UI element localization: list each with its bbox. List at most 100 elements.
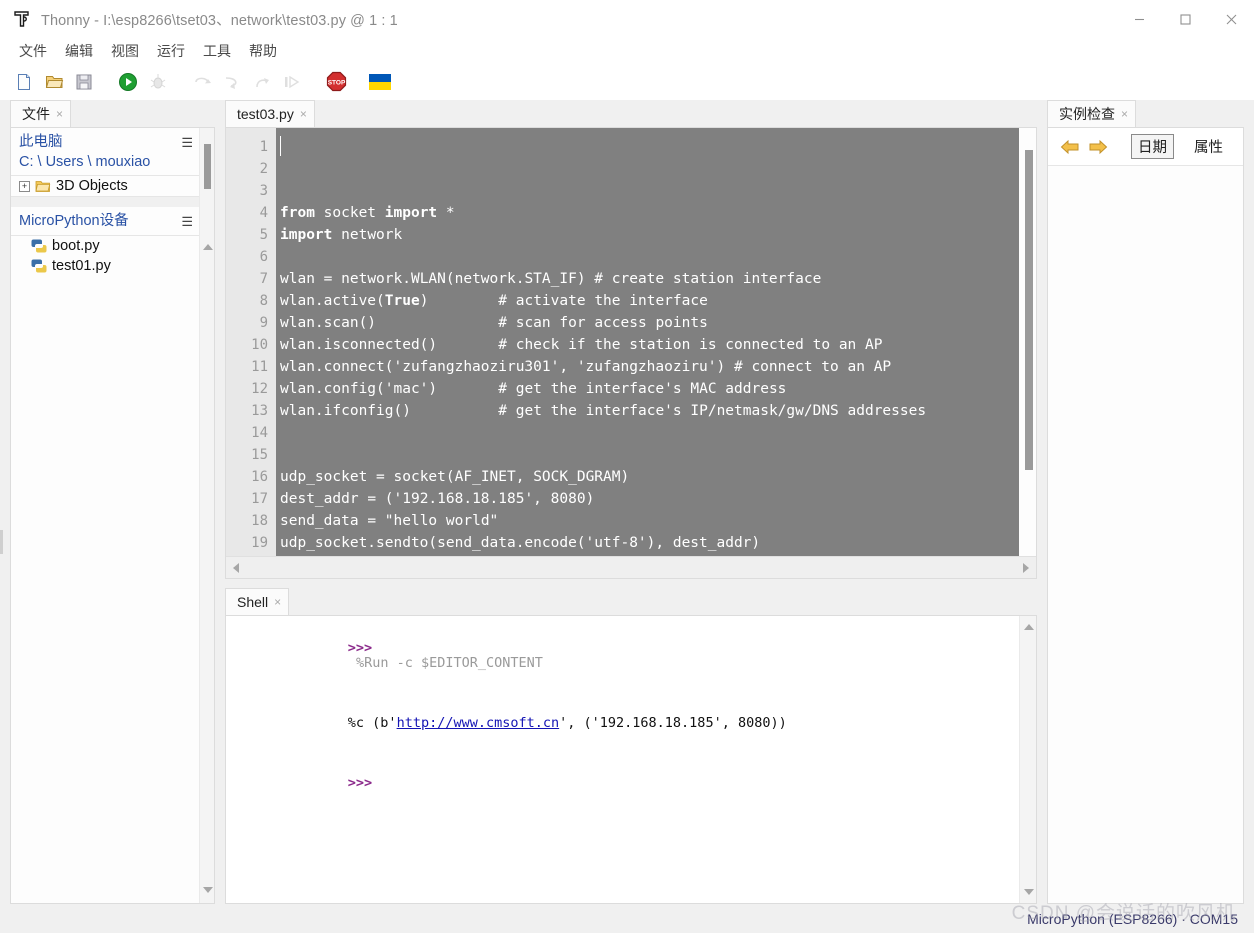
- list-item-label: boot.py: [52, 237, 100, 254]
- inspector-inner: 日期 属性: [1047, 127, 1244, 904]
- minimize-icon[interactable]: [1116, 0, 1162, 38]
- expand-icon[interactable]: +: [19, 180, 30, 192]
- shell-output[interactable]: >>> %Run -c $EDITOR_CONTENT %c (b'http:/…: [226, 616, 1019, 903]
- center-pane: test03.py × 1 2 3 4 5 6 7 8 9 10 11 12 13 14 15 16 17 18 1…: [225, 100, 1037, 904]
- scroll-left-icon[interactable]: [228, 557, 244, 579]
- editor-block: test03.py × 1 2 3 4 5 6 7 8 9 10 11 12 13 14 15 16 17 18 1…: [225, 100, 1037, 579]
- code-line: import network: [280, 227, 403, 243]
- maximize-icon[interactable]: [1162, 0, 1208, 38]
- tab-test03-py[interactable]: test03.py ×: [225, 100, 315, 127]
- python-file-icon: [31, 238, 47, 254]
- line-number: 12: [251, 381, 268, 397]
- new-file-icon[interactable]: [10, 68, 38, 96]
- editor-hscrollbar[interactable]: [226, 556, 1036, 578]
- shell-tab-row: Shell ×: [225, 588, 1037, 615]
- scroll-down-icon[interactable]: [1020, 885, 1037, 899]
- code-line: from socket import *: [280, 205, 455, 221]
- tab-object-inspector[interactable]: 实例检查 ×: [1047, 100, 1137, 127]
- menu-tools[interactable]: 工具: [194, 39, 240, 63]
- close-icon[interactable]: ×: [1121, 108, 1128, 120]
- arrow-left-icon[interactable]: [1060, 139, 1080, 155]
- step-out-icon: [248, 68, 276, 96]
- line-number: 10: [251, 337, 268, 353]
- this-computer-header: 此电脑 C: \ Users \ mouxiao ☰: [11, 128, 199, 177]
- menu-view[interactable]: 视图: [102, 39, 148, 63]
- this-computer-title: 此电脑: [19, 134, 63, 150]
- python-file-icon: [31, 258, 47, 274]
- inspector-toolbar: 日期 属性: [1048, 128, 1243, 166]
- scroll-down-icon[interactable]: [200, 883, 215, 897]
- stop-icon[interactable]: STOP: [322, 68, 350, 96]
- line-number: 11: [251, 359, 268, 375]
- code-line: dest_addr = ('192.168.18.185', 8080): [280, 491, 595, 507]
- pane-divider: [11, 197, 199, 208]
- scroll-up-icon[interactable]: [1020, 620, 1037, 634]
- code-line: wlan.ifconfig() # get the interface's IP…: [280, 403, 927, 419]
- line-number: 7: [259, 271, 268, 287]
- shell-scrollbar[interactable]: [1019, 616, 1036, 903]
- code-line: wlan.config('mac') # get the interface's…: [280, 381, 787, 397]
- menu-run[interactable]: 运行: [148, 39, 194, 63]
- menu-help[interactable]: 帮助: [240, 39, 286, 63]
- main-body: 文件 × 此电脑 C: \ Users \ mouxiao ☰ + 3D Obj…: [0, 100, 1254, 904]
- line-number: 6: [259, 249, 268, 265]
- code-line: send_data = "hello world": [280, 513, 499, 529]
- hamburger-icon[interactable]: ☰: [181, 133, 193, 149]
- run-icon[interactable]: [114, 68, 142, 96]
- hamburger-icon[interactable]: ☰: [181, 212, 193, 228]
- debug-icon[interactable]: [144, 68, 172, 96]
- code-line: wlan.connect('zufangzhaoziru301', 'zufan…: [280, 359, 892, 375]
- scroll-right-icon[interactable]: [1018, 557, 1034, 579]
- scrollbar-thumb[interactable]: [204, 144, 211, 189]
- interpreter-status[interactable]: MicroPython (ESP8266) · COM15: [1027, 911, 1238, 927]
- tab-attributes[interactable]: 属性: [1188, 135, 1229, 158]
- menu-edit[interactable]: 编辑: [56, 39, 102, 63]
- code-editor[interactable]: from socket import * import network wlan …: [276, 128, 1019, 556]
- shell-url-link[interactable]: http://www.cmsoft.cn: [397, 715, 560, 731]
- tab-files-label: 文件: [22, 106, 50, 122]
- tab-date[interactable]: 日期: [1131, 134, 1174, 159]
- files-pane-inner: 此电脑 C: \ Users \ mouxiao ☰ + 3D Objects …: [10, 127, 215, 904]
- line-number: 1: [259, 139, 268, 155]
- arrow-right-icon[interactable]: [1088, 139, 1108, 155]
- scroll-up-icon[interactable]: [200, 240, 215, 254]
- text-caret: [280, 136, 281, 156]
- line-number: 3: [259, 183, 268, 199]
- close-icon[interactable]: ×: [56, 108, 63, 120]
- window-controls: [1116, 0, 1254, 38]
- open-file-icon[interactable]: [40, 68, 68, 96]
- this-computer-path: C: \ Users \ mouxiao: [19, 153, 151, 170]
- scrollbar-thumb[interactable]: [1025, 150, 1033, 470]
- code-line: udp_socket.sendto(send_data.encode('utf-…: [280, 535, 761, 551]
- files-scrollbar[interactable]: [199, 128, 214, 903]
- shell-command: %Run -c $EDITOR_CONTENT: [355, 655, 543, 671]
- list-item[interactable]: test01.py: [11, 256, 199, 276]
- thonny-window: Thonny - I:\esp8266\tset03、network\test0…: [0, 0, 1254, 933]
- code-line: wlan.active(True) # activate the interfa…: [280, 293, 708, 309]
- close-icon[interactable]: [1208, 0, 1254, 38]
- step-over-icon: [188, 68, 216, 96]
- save-file-icon[interactable]: [70, 68, 98, 96]
- window-title: Thonny - I:\esp8266\tset03、network\test0…: [41, 12, 398, 29]
- line-number: 8: [259, 293, 268, 309]
- inspector-tab-row: 实例检查 ×: [1047, 100, 1244, 127]
- menu-file[interactable]: 文件: [10, 39, 56, 63]
- files-tab-row: 文件 ×: [10, 100, 215, 127]
- line-number: 14: [251, 425, 268, 441]
- close-icon[interactable]: ×: [300, 108, 307, 120]
- tab-files[interactable]: 文件 ×: [10, 100, 72, 127]
- shell-prompt: >>>: [347, 640, 373, 656]
- line-number: 19: [251, 535, 268, 551]
- editor-scrollbar[interactable]: [1019, 128, 1036, 556]
- line-number: 15: [251, 447, 268, 463]
- svg-text:STOP: STOP: [327, 80, 345, 87]
- tab-shell[interactable]: Shell ×: [225, 588, 290, 615]
- close-icon[interactable]: ×: [274, 596, 281, 608]
- line-number: 4: [259, 205, 268, 221]
- shell-output-prefix: %c (b': [347, 715, 397, 731]
- line-number: 13: [251, 403, 268, 419]
- list-item[interactable]: + 3D Objects: [11, 176, 199, 198]
- ukraine-flag-icon[interactable]: [366, 68, 394, 96]
- list-item[interactable]: boot.py: [11, 236, 199, 256]
